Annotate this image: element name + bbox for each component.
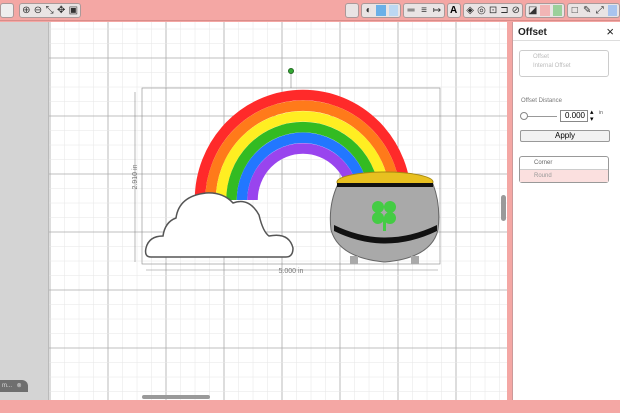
internal-offset-option[interactable]: Internal Offset <box>533 63 608 69</box>
weld-icon[interactable]: ◎ <box>477 5 486 16</box>
distribute-icon[interactable]: ≡ <box>419 5 429 16</box>
pot-leg <box>411 256 419 264</box>
pattern-icon[interactable] <box>540 5 550 16</box>
offset-icon[interactable]: ⊐ <box>500 5 508 16</box>
misc-tools: □ ✎ ⤢ <box>567 3 620 18</box>
panel-divider <box>513 40 620 41</box>
status-bar <box>0 400 620 413</box>
offset-option[interactable]: Offset <box>533 54 608 60</box>
zoom-in-icon[interactable]: ⊕ <box>22 5 31 16</box>
expand-icon[interactable]: ⤢ <box>595 5 605 16</box>
fullpage-icon[interactable]: ▣ <box>69 5 78 16</box>
design-canvas[interactable]: 5.000 in 2.910 in <box>48 22 507 400</box>
eraser-icon[interactable]: □ <box>570 5 580 16</box>
toolbar: ⊕ ⊖ ⤡ ✥ ▣ ◐ ═ ≡ ↦ A ◈ ◎ ⊡ ⊐ ⊘ ◪ □ ✎ ⤢ <box>0 0 620 21</box>
offset-distance-label: Offset Distance <box>521 98 562 104</box>
layer-tools: ◪ <box>525 3 565 18</box>
corner-option[interactable]: Corner <box>520 157 608 170</box>
cloud-shape[interactable] <box>144 192 294 258</box>
align-icon[interactable]: ═ <box>406 5 416 16</box>
save-icon[interactable] <box>345 3 359 18</box>
panel-title: Offset <box>518 27 547 38</box>
pan-icon[interactable]: ✥ <box>57 5 66 16</box>
canvas-svg: 5.000 in 2.910 in <box>49 22 507 400</box>
color-icon[interactable]: ◐ <box>364 5 373 16</box>
vertical-scrollbar[interactable] <box>501 195 506 221</box>
width-dimension: 5.000 in <box>279 268 304 275</box>
round-option[interactable]: Round <box>520 170 608 182</box>
tab-label: m... <box>2 383 12 389</box>
node-icon[interactable]: ◈ <box>466 5 474 16</box>
fill-icon[interactable] <box>376 5 386 16</box>
panel-icon[interactable] <box>607 5 617 16</box>
offset-panel: Offset × Offset Internal Offset Offset D… <box>512 22 620 400</box>
pot-of-gold[interactable] <box>329 171 440 264</box>
pencil-icon[interactable]: ✎ <box>583 5 593 16</box>
fill-tools: ◐ <box>361 3 401 18</box>
pot-rim <box>337 183 433 187</box>
trace-icon[interactable]: ⊘ <box>512 5 520 16</box>
document-tab[interactable]: m... ⊗ <box>0 380 28 392</box>
stepper-icon[interactable]: ▴ ▾ <box>590 109 594 123</box>
corner-type-group: Corner Round <box>519 156 609 183</box>
grid-icon[interactable] <box>388 5 398 16</box>
shape-tools: ◈ ◎ ⊡ ⊐ ⊘ <box>463 3 523 18</box>
height-dimension: 2.910 in <box>132 164 139 189</box>
shadow-icon[interactable]: ⊡ <box>489 5 497 16</box>
line-tools: ═ ≡ ↦ <box>403 3 445 18</box>
unit-label: in <box>599 110 603 116</box>
knife-icon[interactable] <box>552 5 562 16</box>
line-icon[interactable]: ↦ <box>432 5 442 16</box>
offset-type-group: Offset Internal Offset <box>519 50 609 77</box>
close-icon[interactable]: × <box>606 24 614 39</box>
left-sidebar <box>0 22 48 400</box>
apply-button[interactable]: Apply <box>520 130 610 142</box>
tool-toggle[interactable] <box>0 3 14 18</box>
rotate-handle[interactable] <box>288 68 294 74</box>
layers-icon[interactable]: ◪ <box>528 5 537 16</box>
offset-distance-input[interactable]: 0.000 <box>560 110 588 122</box>
zoom-fit-icon[interactable]: ⤡ <box>45 5 54 16</box>
zoom-out-icon[interactable]: ⊖ <box>34 5 43 16</box>
close-tab-icon[interactable]: ⊗ <box>17 383 22 389</box>
text-icon[interactable]: A <box>447 3 461 18</box>
horizontal-scrollbar[interactable] <box>142 395 210 399</box>
zoom-tools: ⊕ ⊖ ⤡ ✥ ▣ <box>19 3 81 18</box>
slider-handle[interactable] <box>520 112 528 120</box>
pot-leg <box>350 256 358 264</box>
